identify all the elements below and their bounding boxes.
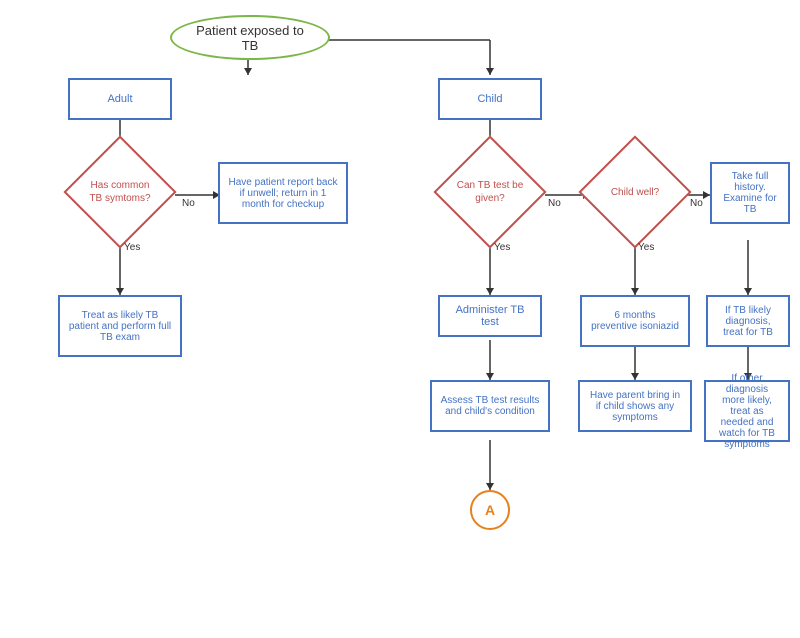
full-history-node: Take full history. Examine for TB: [710, 162, 790, 224]
diamond-adult-node: Has common TB symtoms?: [80, 152, 160, 232]
no1-label: No: [182, 198, 195, 209]
tb-likely-node: If TB likely diagnosis, treat for TB: [706, 295, 790, 347]
diamond-tb-test-node: Can TB test be given?: [450, 152, 530, 232]
assess-node: Assess TB test results and child's condi…: [430, 380, 550, 432]
no3-label: No: [690, 198, 703, 209]
no2-label: No: [548, 198, 561, 209]
administer-node: Administer TB test: [438, 295, 542, 337]
isoniazid-node: 6 months preventive isoniazid: [580, 295, 690, 347]
treat-likely-node: Treat as likely TB patient and perform f…: [58, 295, 182, 357]
report-back-node: Have patient report back if unwell; retu…: [218, 162, 348, 224]
child-node: Child: [438, 78, 542, 120]
start-node: Patient exposed to TB: [170, 15, 330, 60]
adult-node: Adult: [68, 78, 172, 120]
yes1-label: Yes: [124, 242, 140, 253]
yes2-label: Yes: [494, 242, 510, 253]
circle-a-node: A: [470, 490, 510, 530]
yes3-label: Yes: [638, 242, 654, 253]
flowchart: Patient exposed to TB Adult Child Has co…: [0, 0, 800, 638]
parent-bring-node: Have parent bring in if child shows any …: [578, 380, 692, 432]
other-diagnosis-node: If other diagnosis more likely, treat as…: [704, 380, 790, 442]
diamond-child-well-node: Child well?: [595, 152, 675, 232]
